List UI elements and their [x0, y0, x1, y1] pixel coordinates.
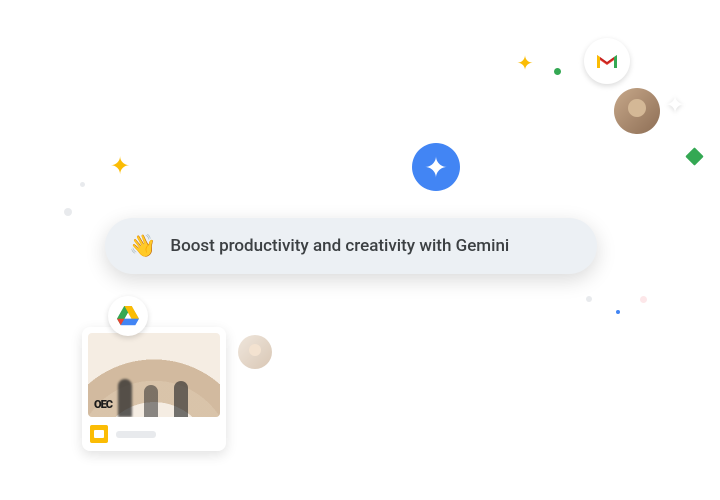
slides-thumbnail: OEC — [88, 333, 220, 417]
file-title-placeholder — [116, 431, 156, 438]
thumb-badge: OEC — [94, 398, 112, 411]
promo-banner: 👋 Boost productivity and creativity with… — [105, 218, 597, 274]
promo-text: Boost productivity and creativity with G… — [170, 236, 509, 256]
drive-icon — [108, 296, 148, 336]
decorative-dot — [640, 296, 647, 303]
decorative-dot — [616, 310, 620, 314]
slides-icon — [90, 425, 108, 443]
gmail-icon — [584, 38, 630, 84]
decorative-dot — [64, 208, 72, 216]
decorative-dot — [80, 182, 85, 187]
wave-emoji-icon: 👋 — [129, 234, 156, 259]
decorative-diamond — [685, 147, 703, 165]
avatar — [614, 88, 660, 134]
gemini-sparkle-icon — [412, 143, 460, 191]
avatar — [238, 335, 272, 369]
slides-file-card[interactable]: OEC — [82, 327, 226, 451]
decorative-dot — [586, 296, 592, 302]
decorative-dot — [554, 68, 561, 75]
